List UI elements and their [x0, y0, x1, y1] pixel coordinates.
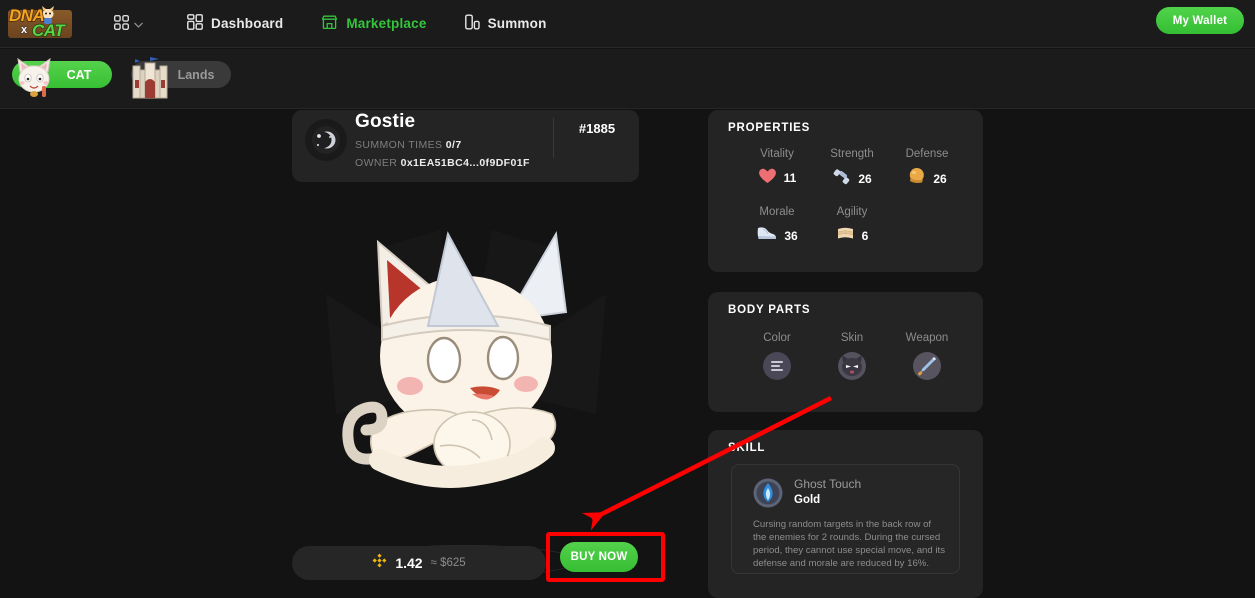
main-content: Gostie SUMMON TIMES 0/7 OWNER 0x1EA51BC4… — [0, 110, 1255, 598]
body-part-color[interactable]: Color — [737, 332, 817, 380]
store-icon — [321, 15, 338, 33]
owner-label: OWNER — [355, 157, 398, 169]
skill-description: Cursing random targets in the back row o… — [753, 519, 945, 569]
stat-value: 6 — [861, 229, 869, 243]
skill-tier-badge: Gold — [794, 494, 821, 506]
heart-icon — [758, 167, 777, 189]
nft-name: Gostie — [355, 111, 416, 132]
stat-strength: Strength 26 — [812, 148, 892, 191]
summon-times-label: SUMMON TIMES — [355, 139, 443, 151]
body-parts-panel: BODY PARTS Color Skin Weapon — [708, 292, 983, 412]
owner-address[interactable]: 0x1EA51BC4...0f9DF01F — [401, 157, 530, 169]
stat-value: 11 — [783, 171, 797, 185]
nav-label-dashboard: Dashboard — [211, 16, 284, 31]
color-swatch-icon — [763, 352, 791, 380]
summon-times-row: SUMMON TIMES 0/7 — [355, 139, 462, 151]
properties-panel: PROPERTIES Vitality 11 Strength 26 Defen… — [708, 110, 983, 272]
nav-label-marketplace: Marketplace — [346, 16, 427, 31]
nav-item-dashboard[interactable]: Dashboard — [177, 0, 293, 48]
properties-title: PROPERTIES — [728, 122, 811, 134]
summon-times-value: 0/7 — [445, 139, 462, 151]
scroll-icon — [836, 225, 855, 247]
chevron-down-icon — [134, 16, 143, 31]
body-part-weapon[interactable]: Weapon — [887, 332, 967, 380]
nav-item-summon[interactable]: Summon — [455, 0, 557, 48]
apps-menu-button[interactable] — [104, 0, 153, 48]
brand-logo[interactable]: DNA x CAT — [6, 4, 74, 44]
ghost-moon-icon — [305, 119, 347, 161]
skill-name: Ghost Touch — [794, 477, 862, 491]
stat-value: 36 — [784, 229, 798, 243]
stat-label: Morale — [759, 206, 795, 218]
nav-label-summon: Summon — [487, 16, 547, 31]
stat-value: 26 — [858, 172, 872, 186]
body-part-label: Color — [763, 332, 791, 344]
stat-morale: Morale 36 — [737, 206, 817, 247]
nft-header-card: Gostie SUMMON TIMES 0/7 OWNER 0x1EA51BC4… — [292, 110, 639, 182]
logo-text-x: x — [20, 23, 28, 36]
price-amount: 1.42 — [395, 555, 423, 571]
ghost-cat-art — [326, 230, 606, 488]
dark-cat-face-icon — [838, 352, 866, 380]
stat-value: 26 — [933, 171, 947, 186]
stat-label: Defense — [905, 148, 949, 160]
skill-panel: SKILL Ghost Touch Gold Cursing random ta… — [708, 430, 983, 598]
apps-grid-icon — [113, 14, 129, 33]
castle-icon — [132, 57, 168, 99]
shield-ball-icon — [907, 167, 926, 190]
body-part-label: Weapon — [905, 332, 949, 344]
dashboard-icon — [187, 14, 203, 33]
boot-icon — [756, 225, 777, 247]
nft-artwork-stage — [292, 190, 639, 590]
owner-row: OWNER 0x1EA51BC4...0f9DF01F — [355, 157, 530, 169]
logo-text-cat: CAT — [31, 20, 65, 40]
stat-label: Agility — [836, 206, 868, 218]
body-part-skin[interactable]: Skin — [812, 332, 892, 380]
sword-icon — [913, 352, 941, 380]
divider — [553, 118, 554, 158]
nav-item-marketplace[interactable]: Marketplace — [311, 0, 436, 48]
stat-agility: Agility 6 — [812, 206, 892, 247]
token-id: #1885 — [578, 121, 616, 136]
skill-card: Ghost Touch Gold Cursing random targets … — [731, 464, 960, 574]
summon-icon — [464, 14, 480, 33]
bnb-icon — [372, 553, 387, 573]
price-usd-equivalent: ≈ $625 — [430, 557, 466, 569]
buy-now-button[interactable]: BUY NOW — [560, 542, 638, 572]
stat-defense: Defense 26 — [887, 148, 967, 190]
body-parts-title: BODY PARTS — [728, 304, 811, 316]
stat-label: Strength — [830, 148, 874, 160]
cat-avatar-icon — [17, 57, 51, 97]
body-part-label: Skin — [840, 332, 864, 344]
top-navigation-bar: DNA x CAT Dashboard Marketplace Summon M… — [0, 0, 1255, 48]
skill-title: SKILL — [728, 442, 766, 454]
my-wallet-button[interactable]: My Wallet — [1156, 7, 1244, 34]
blue-flame-icon — [753, 478, 783, 508]
category-tab-bar: CAT Lands — [0, 49, 1255, 109]
stat-vitality: Vitality 11 — [737, 148, 817, 189]
dumbbell-icon — [832, 167, 851, 191]
price-display: 1.42 ≈ $625 — [292, 546, 546, 580]
stat-label: Vitality — [760, 148, 794, 160]
